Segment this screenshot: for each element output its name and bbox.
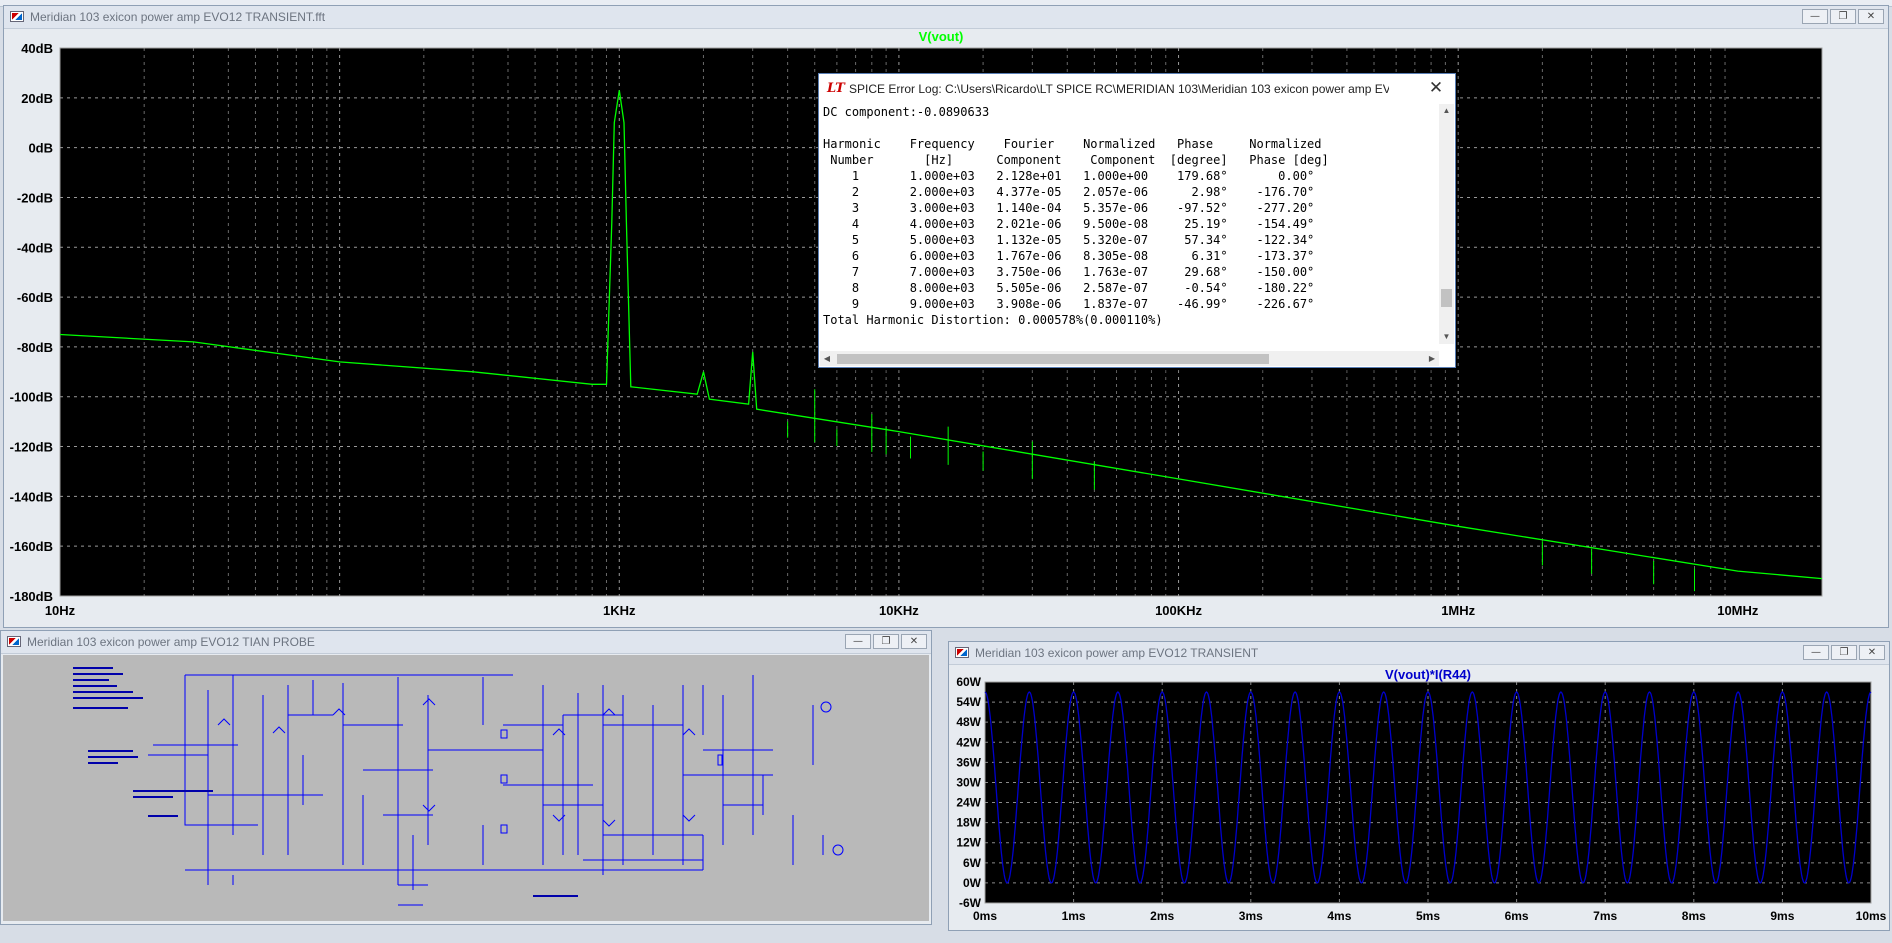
vertical-scroll-thumb[interactable]	[1441, 289, 1452, 307]
ltspice-logo-icon: LT	[827, 81, 845, 96]
x-tick-label: 8ms	[1682, 909, 1706, 923]
dialog-close-button[interactable]: ✕	[1425, 78, 1447, 98]
y-tick-label: 54W	[956, 695, 981, 709]
trace-label: V(vout)*I(R44)	[1385, 667, 1471, 682]
x-tick-label: 2ms	[1150, 909, 1174, 923]
x-tick-label: 5ms	[1416, 909, 1440, 923]
y-tick-label: 48W	[956, 715, 981, 729]
x-tick-label: 1ms	[1062, 909, 1086, 923]
scroll-down-arrow-icon[interactable]: ▼	[1439, 330, 1454, 344]
x-tick-label: 9ms	[1770, 909, 1794, 923]
harmonic-row: 2 2.000e+03 4.377e-05 2.057e-06 2.98° -1…	[823, 185, 1315, 199]
x-tick-label: 7ms	[1593, 909, 1617, 923]
harmonic-row: 5 5.000e+03 1.132e-05 5.320e-07 57.34° -…	[823, 233, 1315, 247]
dialog-titlebar[interactable]: LT SPICE Error Log: C:\Users\Ricardo\LT …	[819, 74, 1455, 102]
harmonic-row: 6 6.000e+03 1.767e-06 8.305e-08 6.31° -1…	[823, 249, 1315, 263]
y-tick-label: 12W	[956, 836, 981, 850]
y-tick-label: 36W	[956, 755, 981, 769]
harmonic-row: 9 9.000e+03 3.908e-06 1.837e-07 -46.99° …	[823, 297, 1315, 311]
dc-component-line: DC component:-0.0890633	[823, 105, 990, 119]
scroll-right-arrow-icon[interactable]: ▶	[1425, 351, 1439, 366]
harmonic-row: 8 8.000e+03 5.505e-06 2.587e-07 -0.54° -…	[823, 281, 1315, 295]
thd-line: Total Harmonic Distortion: 0.000578%(0.0…	[823, 313, 1163, 327]
y-tick-label: 0W	[963, 876, 982, 890]
horizontal-scroll-thumb[interactable]	[837, 354, 1269, 364]
y-tick-label: 42W	[956, 735, 981, 749]
y-tick-label: -6W	[959, 896, 982, 910]
y-tick-label: 6W	[963, 856, 982, 870]
table-header-line-1: Harmonic Frequency Fourier Normalized Ph…	[823, 137, 1322, 151]
x-tick-label: 0ms	[973, 909, 997, 923]
dialog-title: SPICE Error Log: C:\Users\Ricardo\LT SPI…	[849, 82, 1389, 96]
plot-frame	[984, 681, 1872, 904]
x-tick-label: 4ms	[1327, 909, 1351, 923]
harmonic-row: 4 4.000e+03 2.021e-06 9.500e-08 25.19° -…	[823, 217, 1315, 231]
scroll-left-arrow-icon[interactable]: ◀	[820, 351, 834, 366]
y-tick-label: 60W	[956, 675, 981, 689]
harmonic-row: 3 3.000e+03 1.140e-04 5.357e-06 -97.52° …	[823, 201, 1315, 215]
x-tick-label: 10ms	[1856, 909, 1887, 923]
horizontal-scrollbar[interactable]: ◀ ▶	[820, 351, 1439, 366]
x-tick-label: 6ms	[1505, 909, 1529, 923]
harmonic-row: 1 1.000e+03 2.128e+01 1.000e+00 179.68° …	[823, 169, 1315, 183]
scroll-up-arrow-icon[interactable]: ▲	[1439, 104, 1454, 118]
spice-error-log-dialog[interactable]: LT SPICE Error Log: C:\Users\Ricardo\LT …	[818, 73, 1456, 368]
table-header-line-2: Number [Hz] Component Component [degree]…	[823, 153, 1329, 167]
y-tick-label: 18W	[956, 816, 981, 830]
x-tick-label: 3ms	[1239, 909, 1263, 923]
harmonic-row: 7 7.000e+03 3.750e-06 1.763e-07 29.68° -…	[823, 265, 1315, 279]
vertical-scrollbar[interactable]: ▲ ▼	[1439, 104, 1454, 344]
y-tick-label: 24W	[956, 796, 981, 810]
log-text-area[interactable]: DC component:-0.0890633 Harmonic Frequen…	[823, 104, 1434, 342]
y-tick-label: 30W	[956, 775, 981, 789]
